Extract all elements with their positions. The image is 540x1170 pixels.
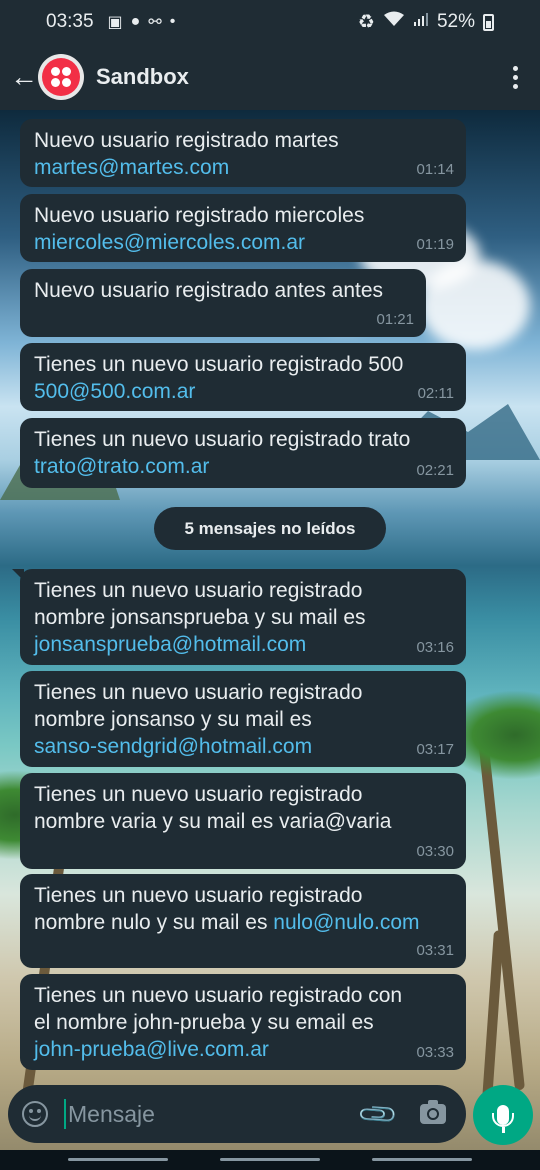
wifi-icon (383, 11, 405, 33)
chat-header: ← Sandbox (0, 44, 540, 110)
message-time: 01:14 (416, 161, 454, 178)
battery-percent: 52% (436, 11, 475, 32)
nav-recents[interactable] (68, 1158, 168, 1161)
system-nav-bar (0, 1150, 540, 1170)
message-bubble[interactable]: Nuevo usuario registrado martes martes@m… (20, 119, 466, 187)
back-arrow-icon[interactable]: ← (10, 63, 38, 91)
message-bubble[interactable]: Tienes un nuevo usuario registrado con e… (20, 974, 466, 1070)
message-text: Nuevo usuario registrado antes antes (34, 279, 384, 302)
battery-saver-icon: ♻ (357, 11, 375, 33)
email-link[interactable]: nulo@nulo.com (273, 911, 419, 934)
message-bubble[interactable]: Tienes un nuevo usuario registrado nombr… (20, 671, 466, 767)
message-text: Nuevo usuario registrado miercoles (34, 204, 365, 227)
message-bubble[interactable]: Nuevo usuario registrado miercoles mierc… (20, 194, 466, 262)
message-time: 02:11 (417, 385, 454, 402)
message-bubble[interactable]: Nuevo usuario registrado antes antes 01:… (20, 269, 426, 337)
status-bar: 03:35 ▣ ● ⚯ • ♻ 52% (0, 0, 540, 44)
signal-icon (413, 11, 429, 33)
message-bubble[interactable]: Tienes un nuevo usuario registrado trato… (20, 418, 466, 488)
message-text: Tienes un nuevo usuario registrado (34, 884, 363, 907)
message-bubble[interactable]: Tienes un nuevo usuario registrado 500 5… (20, 343, 466, 411)
chat-title[interactable]: Sandbox (96, 64, 189, 90)
message-bubble[interactable]: Tienes un nuevo usuario registrado nombr… (12, 569, 466, 665)
email-link[interactable]: trato@trato.com.ar (34, 453, 452, 480)
message-time: 03:33 (416, 1044, 454, 1061)
emoji-icon[interactable] (22, 1101, 48, 1127)
status-time: 03:35 (46, 11, 94, 32)
email-link[interactable]: miercoles@miercoles.com.ar (34, 229, 452, 256)
message-time: 03:17 (416, 741, 454, 758)
message-time: 03:16 (416, 639, 454, 656)
image-icon: ▣ (107, 14, 123, 31)
message-text: nombre varia y su mail es varia@varia (34, 810, 392, 833)
message-text: nombre jonsansprueba y su mail es (34, 606, 366, 629)
camera-icon[interactable] (420, 1100, 446, 1124)
nav-home[interactable] (220, 1158, 320, 1161)
text-cursor (64, 1099, 66, 1129)
message-text: Tienes un nuevo usuario registrado (34, 783, 363, 806)
email-link[interactable]: jonsansprueba@hotmail.com (34, 631, 452, 658)
email-link[interactable]: john-prueba@live.com.ar (34, 1036, 452, 1063)
message-bubble[interactable]: Tienes un nuevo usuario registrado nombr… (20, 874, 466, 968)
message-bubble[interactable]: Tienes un nuevo usuario registrado nombr… (20, 773, 466, 869)
more-options-icon[interactable] (513, 65, 518, 89)
message-time: 01:21 (376, 311, 414, 328)
message-text: Tienes un nuevo usuario registrado (34, 681, 363, 704)
message-time: 02:21 (416, 462, 454, 479)
message-text: el nombre john-prueba y su email es (34, 1011, 374, 1034)
email-link[interactable]: martes@martes.com (34, 154, 452, 181)
twilio-logo-icon (42, 58, 80, 96)
avatar[interactable] (38, 54, 84, 100)
message-text: Tienes un nuevo usuario registrado 500 (34, 353, 404, 376)
voicemail-icon: ⚯ (148, 14, 162, 31)
system-icons: ♻ 52% (358, 11, 494, 34)
message-text: Nuevo usuario registrado martes (34, 129, 339, 152)
message-text: Tienes un nuevo usuario registrado (34, 579, 363, 602)
message-text-line: nombre nulo y su mail es nulo@nulo.com (34, 909, 452, 936)
nav-back[interactable] (372, 1158, 472, 1161)
message-time: 01:19 (416, 236, 454, 253)
attach-icon[interactable]: 📎 (355, 1092, 400, 1137)
mic-button[interactable] (473, 1085, 533, 1145)
message-time: 03:31 (416, 942, 454, 959)
message-composer: 📎 (8, 1085, 466, 1143)
message-time: 03:30 (416, 843, 454, 860)
account-icon: ● (130, 13, 141, 30)
message-input[interactable] (68, 1100, 338, 1128)
email-link[interactable]: sanso-sendgrid@hotmail.com (34, 733, 452, 760)
microphone-icon (492, 1105, 514, 1133)
message-text: Tienes un nuevo usuario registrado con (34, 984, 403, 1007)
notification-icons: ▣ ● ⚯ • (108, 12, 176, 32)
message-list[interactable]: Nuevo usuario registrado martes martes@m… (0, 110, 540, 1080)
dot-icon: • (169, 13, 176, 30)
battery-icon (483, 13, 494, 31)
message-text: nombre jonsanso y su mail es (34, 708, 312, 731)
email-link[interactable]: 500@500.com.ar (34, 378, 452, 405)
unread-divider: 5 mensajes no leídos (154, 507, 386, 550)
message-text: Tienes un nuevo usuario registrado trato (34, 428, 411, 451)
message-text: nombre nulo y su mail es (34, 911, 274, 934)
